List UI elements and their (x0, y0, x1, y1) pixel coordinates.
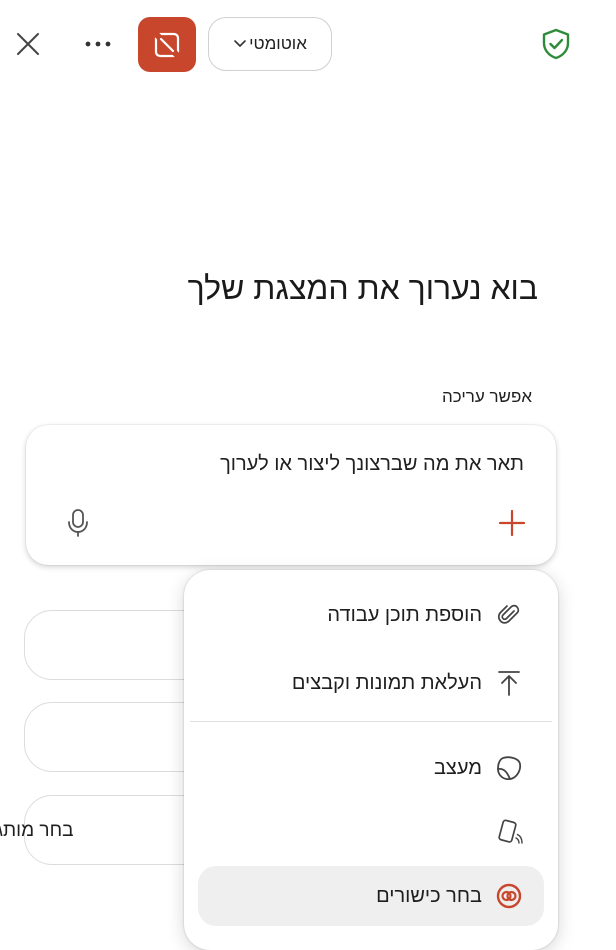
menu-item-label: הוספת תוכן עבודה (327, 603, 482, 626)
more-horizontal-icon (85, 41, 111, 47)
mode-dropdown-label: אוטומטי (249, 34, 307, 53)
menu-item-upload-images-files[interactable]: העלאת תמונות וקבצים (198, 653, 544, 713)
powerpoint-designer-icon (153, 31, 181, 58)
close-icon (17, 33, 39, 55)
enable-edit-label[interactable]: אפשר עריכה (442, 387, 532, 407)
security-shield[interactable] (536, 24, 576, 64)
designer-icon (494, 753, 524, 783)
menu-item-designer[interactable]: מעצב (198, 738, 544, 798)
prompt-input-box[interactable]: תאר את מה שברצונך ליצור או לערוך (26, 425, 556, 565)
add-content-menu: הוספת תוכן עבודה העלאת תמונות וקבצים מעצ… (184, 570, 558, 950)
prompt-placeholder[interactable]: תאר את מה שברצונך ליצור או לערוך (220, 453, 524, 476)
chevron-down-icon (234, 40, 246, 48)
skills-icon (494, 881, 524, 911)
plus-icon (498, 509, 526, 537)
menu-item-label: בחר כישורים (376, 884, 482, 907)
more-options-button[interactable] (78, 22, 118, 66)
menu-item-choose-skills[interactable]: בחר כישורים (198, 866, 544, 926)
add-attachment-button[interactable] (496, 507, 528, 539)
close-button[interactable] (8, 22, 48, 66)
menu-item-label: מעצב (433, 756, 482, 779)
mode-dropdown[interactable]: אוטומטי (208, 17, 332, 71)
microphone-icon (68, 509, 88, 537)
menu-item-device[interactable] (198, 802, 544, 862)
upload-icon (494, 668, 524, 698)
paperclip-icon (494, 600, 524, 630)
shield-check-icon (542, 28, 570, 60)
menu-divider (190, 721, 552, 722)
menu-item-add-work-content[interactable]: הוספת תוכן עבודה (198, 585, 544, 645)
menu-item-label: העלאת תמונות וקבצים (291, 671, 482, 694)
microphone-button[interactable] (62, 505, 94, 541)
page-title: בוא נערוך את המצגת שלך (187, 270, 538, 306)
device-tap-icon (494, 817, 524, 847)
designer-app-button[interactable] (138, 17, 196, 72)
